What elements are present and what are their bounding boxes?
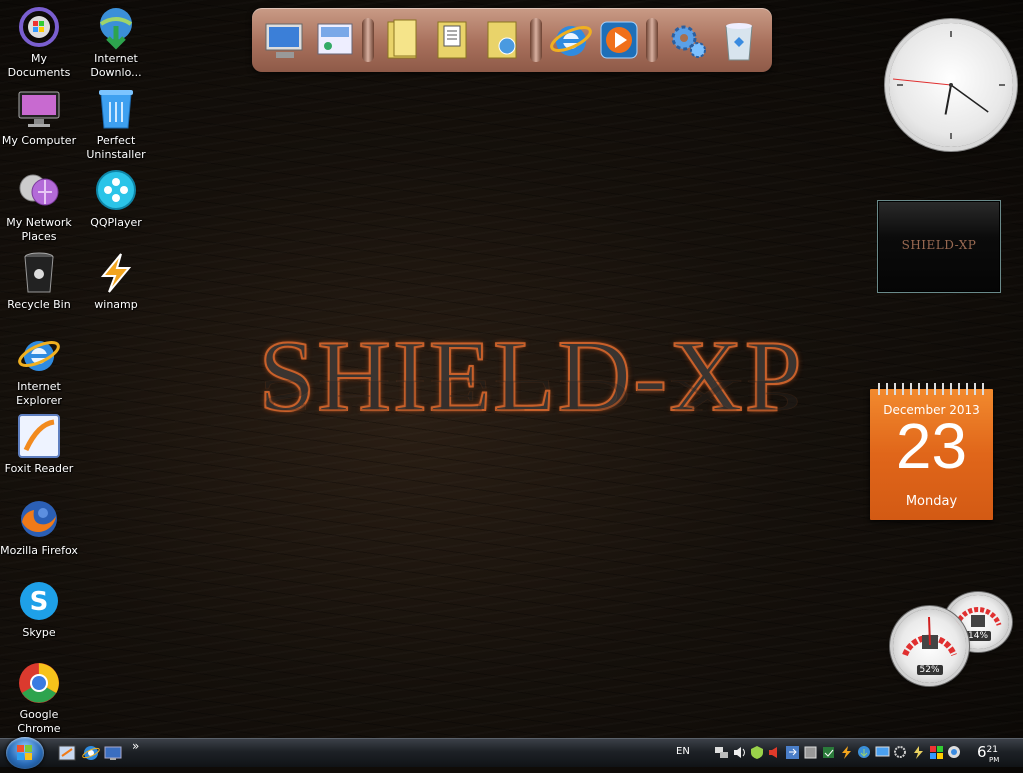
winamp-icon xyxy=(93,250,139,296)
dock-media-player-icon[interactable] xyxy=(596,16,642,64)
desktop-icon-my-documents[interactable]: My Documents xyxy=(0,4,78,80)
desktop-icon-winamp[interactable]: winamp xyxy=(77,250,155,312)
svg-text:S: S xyxy=(30,587,49,617)
chrome-icon xyxy=(16,660,62,706)
download-manager-tray-icon[interactable] xyxy=(857,745,872,760)
dock-separator xyxy=(646,18,658,62)
desktop-icon-firefox[interactable]: Mozilla Firefox xyxy=(0,496,78,558)
dock-internet-explorer-icon[interactable] xyxy=(548,16,594,64)
network-tray-icon[interactable] xyxy=(714,745,729,760)
clock-gadget[interactable] xyxy=(889,23,1013,147)
foxit-reader-icon xyxy=(16,414,62,460)
calendar-day: 23 xyxy=(895,410,968,482)
dock-computer-icon[interactable] xyxy=(262,16,308,64)
desktop-icon-label: My Computer xyxy=(1,134,77,147)
quicklaunch-internet-explorer-icon[interactable] xyxy=(82,744,100,762)
desktop-icon-label: Recycle Bin xyxy=(7,298,71,311)
desktop-icon-label: winamp xyxy=(94,298,138,311)
windows-tray-icon[interactable] xyxy=(947,745,962,760)
quicklaunch-desktop-icon[interactable] xyxy=(104,744,122,762)
clock-hour-text: 6 xyxy=(977,743,987,761)
slideshow-gadget[interactable]: SHIELD-XP xyxy=(877,200,1001,293)
memory-percent: 14% xyxy=(964,631,992,641)
dock-settings-gears-icon[interactable] xyxy=(666,16,712,64)
taskbar: » EN 621 PM xyxy=(0,737,1023,769)
cpu-meter-gadget[interactable]: 52% xyxy=(893,609,966,683)
system-clock[interactable]: 621 PM xyxy=(977,742,1000,764)
calendar-gadget[interactable]: December 2013 23 Monday xyxy=(870,383,993,520)
desktop-icon-internet-explorer[interactable]: Internet Explorer xyxy=(0,332,78,408)
clock-face xyxy=(892,31,1005,139)
skype-icon: S xyxy=(16,578,62,624)
network-places-icon xyxy=(16,168,62,214)
firefox-icon xyxy=(16,496,62,542)
desktop-icon-label: Foxit Reader xyxy=(4,462,74,475)
desktop-icon-perfect-uninstaller[interactable]: Perfect Uninstaller xyxy=(77,86,155,162)
qqplayer-icon xyxy=(93,168,139,214)
dock-recycle-bin-icon[interactable] xyxy=(716,16,762,64)
volume-tray-icon[interactable] xyxy=(732,745,747,760)
perfect-uninstaller-icon xyxy=(93,86,139,132)
monitor-tray-icon[interactable] xyxy=(875,745,890,760)
shield-tray-icon[interactable] xyxy=(750,745,765,760)
windows-logo-icon xyxy=(17,745,32,760)
dock-control-panel-icon[interactable] xyxy=(312,16,358,64)
calendar-weekday: Monday xyxy=(905,494,958,509)
clock-hour-hand xyxy=(944,84,952,115)
internet-explorer-icon xyxy=(16,332,62,378)
wallpaper-title-reflection: SHIELD-XP xyxy=(258,370,804,422)
gears-tray-icon[interactable] xyxy=(893,745,908,760)
dock-folder-icon[interactable] xyxy=(380,16,426,64)
cpu-percent: 52% xyxy=(916,665,943,675)
display-tray-icon[interactable] xyxy=(803,745,818,760)
desktop-icon-label: QQPlayer xyxy=(90,216,142,229)
desktop-icon-label: My Documents xyxy=(7,52,71,79)
desktop-icon-recycle-bin[interactable]: Recycle Bin xyxy=(0,250,78,312)
internet-download-manager-icon xyxy=(93,4,139,50)
dock-bar xyxy=(252,8,772,72)
winamp-tray-icon[interactable] xyxy=(839,745,854,760)
desktop-icon-my-computer[interactable]: My Computer xyxy=(0,86,78,148)
clock-minute-hand xyxy=(950,84,989,113)
desktop-icon-label: Perfect Uninstaller xyxy=(86,134,146,161)
calendar-rings xyxy=(878,383,986,395)
recycle-bin-icon xyxy=(16,250,62,296)
dock-documents-folder-icon[interactable] xyxy=(430,16,476,64)
my-computer-icon xyxy=(16,86,62,132)
desktop-icon-label: Internet Downlo... xyxy=(90,52,142,79)
desktop-icon-qqplayer[interactable]: QQPlayer xyxy=(77,168,155,230)
speaker-red-tray-icon[interactable] xyxy=(767,745,782,760)
desktop-icon-label: Mozilla Firefox xyxy=(0,544,78,557)
dock-separator xyxy=(530,18,542,62)
desktop-icon-chrome[interactable]: Google Chrome xyxy=(0,660,78,736)
quicklaunch-chevron[interactable]: » xyxy=(132,739,139,753)
lightning-tray-icon[interactable] xyxy=(911,745,926,760)
clock-ampm-text: PM xyxy=(989,756,1000,764)
desktop-icon-skype[interactable]: S Skype xyxy=(0,578,78,640)
dock-pictures-folder-icon[interactable] xyxy=(480,16,526,64)
clock-minute-text: 21 xyxy=(986,745,998,755)
desktop-icon-internet-download-manager[interactable]: Internet Downlo... xyxy=(77,4,155,80)
update-tray-icon[interactable] xyxy=(821,745,836,760)
desktop-icon-label: Skype xyxy=(22,626,56,639)
desktop-icon-label: My Network Places xyxy=(6,216,72,243)
dock-separator xyxy=(362,18,374,62)
language-indicator[interactable]: EN xyxy=(676,746,690,757)
my-documents-icon xyxy=(16,4,62,50)
arrow-tray-icon[interactable] xyxy=(785,745,800,760)
desktop-icon-network-places[interactable]: My Network Places xyxy=(0,168,78,244)
show-desktop-icon[interactable] xyxy=(58,744,76,762)
desktop-icon-label: Google Chrome xyxy=(17,708,61,735)
slideshow-text: SHIELD-XP xyxy=(901,238,977,252)
desktop-icon-label: Internet Explorer xyxy=(16,380,62,407)
desktop-icon-foxit-reader[interactable]: Foxit Reader xyxy=(0,414,78,476)
grid-tray-icon[interactable] xyxy=(929,745,944,760)
start-button[interactable] xyxy=(6,737,44,769)
